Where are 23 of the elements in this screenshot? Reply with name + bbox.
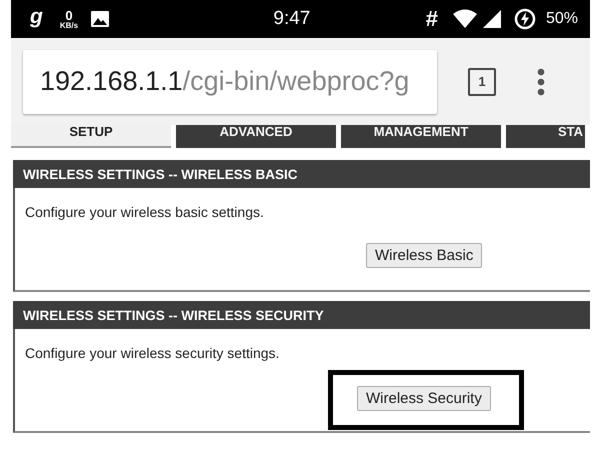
- clock: 9:47: [273, 8, 310, 30]
- tab-switcher-button[interactable]: 1: [468, 68, 496, 96]
- tab[interactable]: MANAGEMENT: [341, 125, 501, 148]
- speed-value: 0: [65, 8, 73, 22]
- section-description: Configure your wireless basic settings.: [25, 204, 265, 220]
- section-header: WIRELESS SETTINGS -- WIRELESS SECURITY: [13, 301, 590, 329]
- wifi-icon: [452, 9, 478, 29]
- menu-icon[interactable]: [537, 68, 545, 96]
- settings-button[interactable]: Wireless Basic: [366, 243, 482, 268]
- hash-symbol: #: [426, 6, 438, 32]
- tab[interactable]: ADVANCED: [176, 125, 336, 148]
- battery-charging-icon: [514, 8, 536, 30]
- battery-level: 50%: [546, 10, 578, 28]
- section-header: WIRELESS SETTINGS -- WIRELESS BASIC: [13, 160, 590, 188]
- tab[interactable]: SETUP: [11, 125, 171, 148]
- address-bar[interactable]: 192.168.1.1/cgi-bin/webproc?g: [23, 50, 437, 114]
- image-icon: [90, 10, 110, 28]
- settings-button[interactable]: Wireless Security: [357, 386, 491, 411]
- signal-icon: [482, 9, 502, 29]
- app-letter: g: [30, 5, 43, 29]
- section-description: Configure your wireless security settings.: [25, 345, 280, 361]
- tab[interactable]: STA: [506, 125, 585, 148]
- speed-unit: KB/s: [60, 22, 78, 30]
